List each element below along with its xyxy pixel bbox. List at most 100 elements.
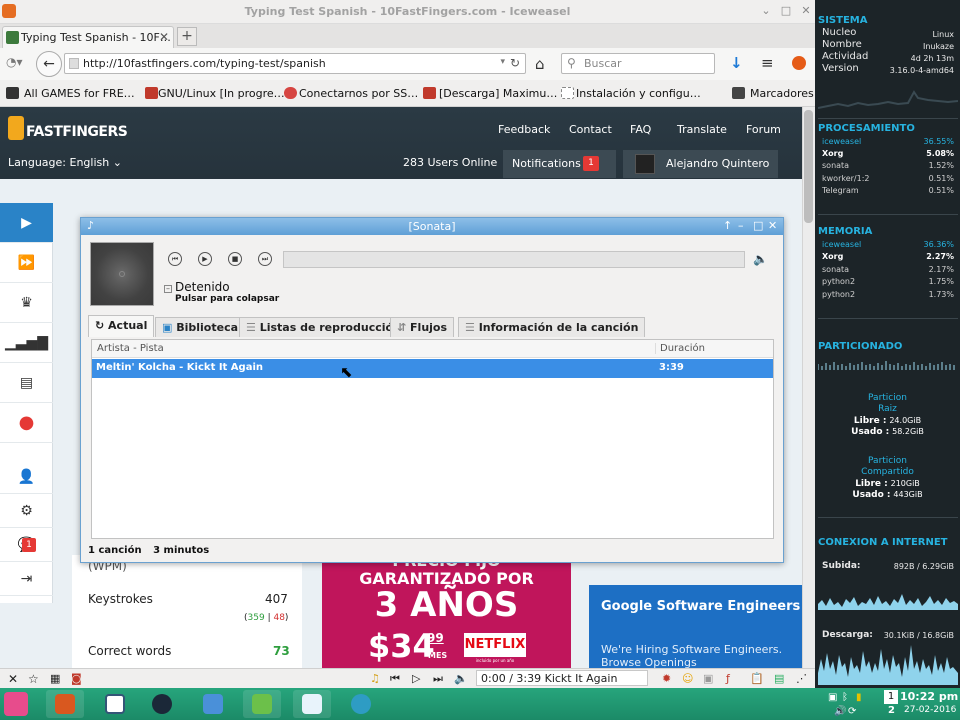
previous-button[interactable]: ⏮ xyxy=(168,252,182,266)
bookmarks-menu-button[interactable]: Marcadores xyxy=(750,87,814,100)
nav-contact[interactable]: Contact xyxy=(569,123,612,136)
language-selector[interactable]: Language: English ⌄ xyxy=(8,156,122,169)
nav-forum[interactable]: Forum xyxy=(746,123,781,136)
site-logo[interactable]: FASTFINGERS xyxy=(8,112,128,144)
collapse-hint[interactable]: Pulsar para colapsar xyxy=(175,294,279,304)
star-icon[interactable]: ☆ xyxy=(28,672,39,686)
browser-tab-active[interactable]: Typing Test Spanish - 10F… ✕ xyxy=(2,26,174,48)
sidebar-advanced[interactable]: ⏩ xyxy=(0,243,53,283)
tab-biblioteca[interactable]: ▣ Biblioteca xyxy=(155,317,246,337)
reload-icon[interactable]: ↻ xyxy=(510,56,520,70)
taskbar-files[interactable] xyxy=(194,690,232,718)
sidebar-record[interactable]: ● xyxy=(0,403,53,443)
new-tab-button[interactable]: + xyxy=(177,27,197,46)
music-addon-icon[interactable]: ♫ xyxy=(370,672,380,685)
minimize-button[interactable]: ⌄ xyxy=(760,5,772,17)
tab-informacion[interactable]: ☰ Información de la canción xyxy=(458,317,646,337)
nav-faq[interactable]: FAQ xyxy=(630,123,651,136)
workspace-1[interactable]: 1 xyxy=(884,690,898,704)
taskbar-app[interactable] xyxy=(342,690,380,718)
netflix-ad[interactable]: PRECIO FIJO GARANTIZADO POR 3 AÑOS $34 9… xyxy=(322,555,571,668)
search-input[interactable]: ⚲ Buscar xyxy=(561,53,715,74)
maximize-button[interactable]: □ xyxy=(780,5,792,17)
sidebar-messages[interactable]: 💬 1 xyxy=(0,528,53,562)
system-tray[interactable]: ▣ ᛒ ▮ 🔊 ⟳ xyxy=(828,691,878,719)
battery-icon[interactable]: ▮ xyxy=(856,692,862,703)
bluetooth-icon[interactable]: ᛒ xyxy=(842,692,848,703)
network-icon[interactable]: ▣ xyxy=(828,692,837,703)
collapse-icon[interactable]: – xyxy=(164,285,172,293)
sidebar-typing-test[interactable]: ▶ xyxy=(0,203,53,243)
bookmark-item[interactable]: All GAMES for FRE… xyxy=(24,87,135,100)
play-button[interactable]: ▶ xyxy=(198,252,212,266)
clipboard-icon[interactable]: 📋 xyxy=(750,672,764,685)
next-track-icon[interactable]: ⏭ xyxy=(433,672,443,686)
home-icon[interactable]: ⌂ xyxy=(535,55,545,73)
nav-feedback[interactable]: Feedback xyxy=(498,123,550,136)
calendar-icon[interactable]: ▦ xyxy=(50,672,60,685)
prev-track-icon[interactable]: ⏮ xyxy=(390,672,400,686)
sidebar-settings[interactable]: ⚙ xyxy=(0,494,53,528)
user-menu[interactable]: Alejandro Quintero xyxy=(623,150,778,178)
next-button[interactable]: ⏭ xyxy=(258,252,272,266)
nav-translate[interactable]: Translate xyxy=(677,123,727,136)
addon-icon-3[interactable]: ▤ xyxy=(774,672,784,685)
sonata-titlebar[interactable]: ♪ [Sonata] ↑ – □ ✕ xyxy=(81,218,783,235)
dropdown-icon[interactable]: ▾ xyxy=(500,57,505,67)
sidebar-profile[interactable]: 👤 xyxy=(0,460,53,494)
bookmark-item[interactable]: GNU/Linux [In progre… xyxy=(158,87,285,100)
back-button[interactable]: ← xyxy=(36,51,62,77)
url-bar[interactable]: http://10fastfingers.com/typing-test/spa… xyxy=(64,53,526,74)
tab-flujos[interactable]: ⇵ Flujos xyxy=(390,317,455,337)
notifications-button[interactable]: Notifications 1 xyxy=(503,150,616,178)
smile-addon-icon[interactable]: ☺ xyxy=(682,672,693,685)
app-menu-icon[interactable] xyxy=(4,692,28,716)
play-track-icon[interactable]: ▷ xyxy=(412,672,420,685)
app-icon xyxy=(351,694,371,714)
taskbar-download-manager[interactable] xyxy=(243,690,281,718)
flash-icon[interactable]: ƒ xyxy=(726,672,730,685)
close-icon[interactable]: ✕ xyxy=(768,219,777,232)
sidebar-text-practice[interactable]: ▤ xyxy=(0,363,53,403)
workspace-2[interactable]: 2 xyxy=(888,705,895,716)
sidebar-statistics[interactable]: ▁▃▅▇ xyxy=(0,323,53,363)
clock-time[interactable]: 10:22 pm xyxy=(900,690,958,703)
volume-icon[interactable]: 🔈 xyxy=(753,252,768,266)
taskbar-steam[interactable] xyxy=(143,690,181,718)
bookmark-item[interactable]: Conectarnos por SS… xyxy=(299,87,418,100)
taskbar-sonata[interactable] xyxy=(293,690,331,718)
sidebar-logout[interactable]: ⇥ xyxy=(0,562,53,596)
tab-close-icon[interactable]: ✕ xyxy=(159,30,169,44)
taskbar-iceweasel[interactable] xyxy=(46,690,84,718)
column-duration[interactable]: Duración xyxy=(655,343,705,354)
volume-icon[interactable]: 🔈 xyxy=(454,672,468,685)
bookmark-item[interactable]: Instalación y configu… xyxy=(576,87,701,100)
sidebar-competitions[interactable]: ♛ xyxy=(0,283,53,323)
column-track[interactable]: Artista - Pista xyxy=(97,343,164,354)
bookmark-item[interactable]: [Descarga] Maximu… xyxy=(439,87,557,100)
album-art[interactable] xyxy=(90,242,154,306)
taskbar-launcher[interactable] xyxy=(96,690,134,718)
addon-icon-2[interactable]: ▣ xyxy=(703,672,713,685)
google-jobs-ad[interactable]: Google Software Engineers We're Hiring S… xyxy=(589,585,802,668)
progress-bar[interactable] xyxy=(283,251,745,268)
minimize-icon[interactable]: – xyxy=(738,219,744,232)
bug-addon-icon[interactable]: ✹ xyxy=(662,672,671,685)
maximize-icon[interactable]: □ xyxy=(753,219,763,232)
volume-tray-icon[interactable]: 🔊 xyxy=(834,706,846,717)
menu-icon[interactable]: ≡ xyxy=(761,54,774,72)
identity-icon[interactable]: ◔▾ xyxy=(6,55,28,73)
table-row[interactable]: Meltin' Kolcha - Kickt It Again 3:39 xyxy=(92,359,773,378)
page-scrollbar-thumb[interactable] xyxy=(804,110,813,223)
tab-listas[interactable]: ☰ Listas de reproducción xyxy=(239,317,408,337)
addon-icon[interactable]: ◙ xyxy=(71,672,82,685)
extension-icon[interactable] xyxy=(792,56,806,70)
shade-icon[interactable]: ↑ xyxy=(723,219,732,232)
resize-grip-icon[interactable]: ⋰ xyxy=(796,672,807,685)
stop-button[interactable]: ■ xyxy=(228,252,242,266)
download-icon[interactable]: ↓ xyxy=(730,54,743,72)
close-window-button[interactable]: ✕ xyxy=(800,5,812,17)
x-icon[interactable]: ✕ xyxy=(8,672,18,686)
update-icon[interactable]: ⟳ xyxy=(848,706,856,717)
tab-actual[interactable]: ↻ Actual xyxy=(88,315,155,337)
